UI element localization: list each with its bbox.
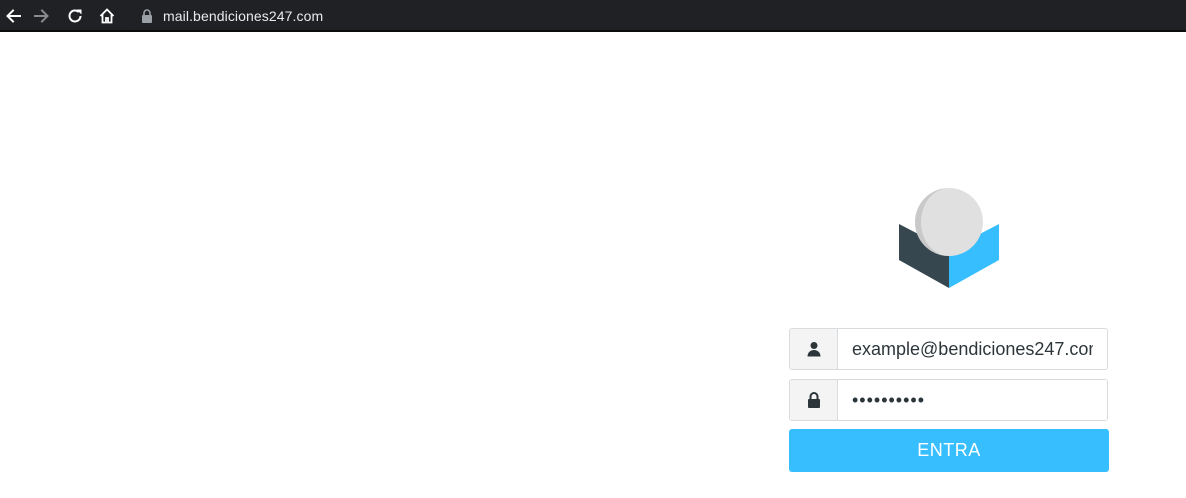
arrow-right-icon [34,9,49,23]
user-icon [790,329,838,369]
password-input[interactable] [838,380,1107,420]
login-submit-button[interactable]: ENTRA [789,429,1109,472]
browser-toolbar: mail.bendiciones247.com [0,0,1186,32]
roundcube-logo [897,186,1001,290]
home-button[interactable] [94,3,120,29]
forward-button[interactable] [29,3,55,29]
username-group [789,328,1108,370]
reload-button[interactable] [62,3,88,29]
password-group [789,379,1108,421]
arrow-left-icon [6,9,21,23]
back-button[interactable] [0,3,26,29]
home-icon [99,8,115,24]
url-text[interactable]: mail.bendiciones247.com [163,8,323,24]
lock-icon [790,380,838,420]
username-input[interactable] [838,329,1107,369]
lock-icon [140,8,154,23]
reload-icon [68,9,82,23]
address-bar[interactable]: mail.bendiciones247.com [130,3,1186,28]
